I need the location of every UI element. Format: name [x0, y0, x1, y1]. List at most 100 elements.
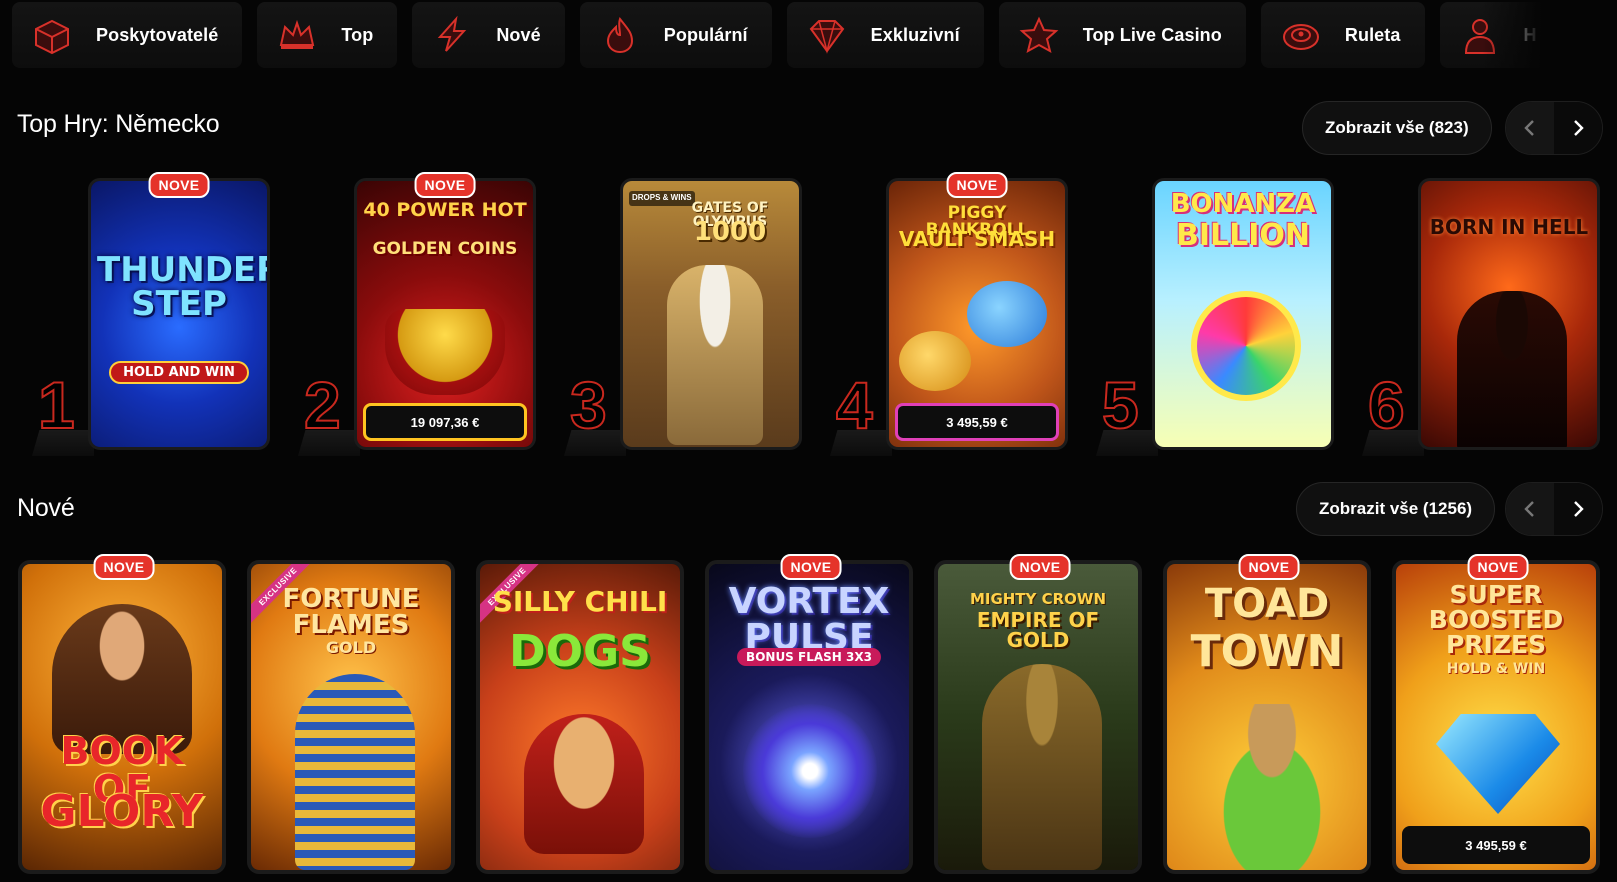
game-subtitle: Hold and Win	[109, 361, 249, 384]
chevron-left-icon	[1524, 120, 1534, 136]
top-game-slot: 1 NOVE Thunder Step Hold and Win	[30, 172, 270, 456]
game-card[interactable]: Super Boosted Prizes Hold & Win 3 495,59…	[1392, 560, 1600, 874]
game-subtitle: Town	[1190, 626, 1344, 677]
carousel-next-button[interactable]	[1554, 102, 1602, 154]
game-card[interactable]: Mighty Crown Empire of Gold	[934, 560, 1142, 874]
category-providers[interactable]: Poskytovatelé	[12, 2, 243, 68]
pharaoh-figure-art	[295, 674, 415, 870]
new-badge: NOVE	[946, 172, 1008, 198]
game-title: Silly Chili	[492, 585, 668, 618]
game-subtitle: Vault Smash	[898, 227, 1056, 251]
section-title-top: Top Hry: Německo	[17, 110, 220, 138]
game-subtitle: Bonus Flash 3x3	[737, 648, 881, 666]
new-badge: NOVE	[780, 554, 842, 580]
top-game-slot: 4 NOVE Piggy Bankroll Vault Smash 3 495,…	[828, 172, 1068, 456]
game-title: 40 Power Hot	[363, 199, 527, 221]
top-game-slot: 5 Bonanza Billion	[1094, 178, 1334, 456]
game-title: Super Boosted Prizes	[1428, 580, 1564, 659]
game-title: Vortex Pulse	[728, 581, 890, 658]
jackpot-amount: 3 495,59 €	[895, 403, 1059, 441]
rank-number: 5	[1101, 368, 1140, 442]
popular-fire-icon	[606, 16, 633, 54]
game-card[interactable]: 40 Power Hot Golden Coins 19 097,36 €	[354, 178, 536, 450]
game-subtitle: Hold & Win	[1446, 661, 1546, 677]
game-card[interactable]: Thunder Step Hold and Win	[88, 178, 270, 450]
carousel-next-button[interactable]	[1554, 483, 1602, 535]
rank-number: 1	[37, 368, 76, 442]
new-badge: NOVE	[1238, 554, 1300, 580]
gold-pot-art	[385, 309, 505, 395]
view-all-new-button[interactable]: Zobrazit vše (1256)	[1296, 482, 1496, 536]
top-game-slot: 3 DROPS & WINS Gates of Olympus 1000	[562, 178, 802, 456]
category-nav: Poskytovatelé Top Nové Populární Exkluzi…	[12, 2, 1542, 70]
chevron-right-icon	[1574, 501, 1584, 517]
jackpot-amount: 3 495,59 €	[1402, 826, 1590, 864]
category-top[interactable]: Top	[257, 2, 398, 68]
game-card[interactable]: Toad Town	[1163, 560, 1371, 874]
zeus-figure-art	[667, 265, 763, 445]
top-game-slot: 6 Born in Hell	[1360, 178, 1600, 456]
category-label: Populární	[663, 24, 748, 45]
rank-number: 2	[303, 368, 342, 442]
chihuahua-art	[524, 714, 644, 854]
live-casino-star-icon	[1019, 16, 1059, 53]
view-all-top-button[interactable]: Zobrazit vše (823)	[1302, 101, 1492, 155]
category-label: Nové	[496, 24, 541, 45]
jackpot-amount: 19 097,36 €	[363, 403, 527, 441]
category-label: Exkluzivní	[870, 24, 960, 45]
exclusive-gem-icon	[809, 20, 844, 54]
game-subtitle: 1000	[693, 217, 767, 247]
roulette-wheel-icon	[1282, 24, 1319, 50]
game-subtitle: Glory	[40, 786, 204, 837]
new-badge: NOVE	[148, 172, 210, 198]
category-exclusive[interactable]: Exkluzivní	[786, 2, 984, 68]
category-roulette[interactable]: Ruleta	[1260, 2, 1425, 68]
new-badge: NOVE	[1009, 554, 1071, 580]
cowboy-toad-art	[1197, 704, 1347, 870]
game-card[interactable]: Piggy Bankroll Vault Smash 3 495,59 €	[886, 178, 1068, 450]
game-card[interactable]: DROPS & WINS Gates of Olympus 1000	[620, 178, 802, 450]
top-carousel-arrows	[1505, 101, 1603, 155]
game-card[interactable]: Book of Glory	[18, 560, 226, 874]
new-badge: NOVE	[414, 172, 476, 198]
top-crown-icon	[280, 19, 315, 49]
category-more[interactable]: H	[1439, 2, 1542, 68]
dealer-person-icon	[1464, 19, 1495, 54]
gold-pig-art	[899, 331, 971, 391]
game-card[interactable]: Vortex Pulse Bonus Flash 3x3	[705, 560, 913, 874]
game-title: Mighty Crown	[969, 590, 1107, 608]
category-label: Top	[341, 24, 374, 45]
energy-orb-art	[743, 704, 877, 838]
category-label: Poskytovatelé	[96, 24, 219, 45]
category-label: H	[1523, 24, 1537, 45]
new-lightning-icon	[438, 15, 467, 52]
blue-pig-art	[967, 281, 1047, 347]
game-title: Bonanza	[1170, 189, 1316, 219]
game-title: Thunder Step	[97, 250, 270, 324]
chevron-right-icon	[1574, 120, 1584, 136]
rank-number: 4	[835, 368, 874, 442]
game-subtitle: Empire of Gold	[976, 608, 1100, 652]
section-title-new: Nové	[17, 494, 75, 522]
warrior-figure-art	[982, 664, 1102, 870]
category-popular[interactable]: Populární	[579, 2, 772, 68]
demon-figure-art	[1457, 291, 1567, 447]
game-card[interactable]: Born in Hell	[1418, 178, 1600, 450]
carousel-prev-button[interactable]	[1506, 102, 1554, 154]
game-subtitle: Gold	[325, 638, 377, 657]
game-card[interactable]: Bonanza Billion	[1152, 178, 1334, 450]
game-subtitle: Golden Coins	[372, 239, 518, 259]
game-title: Toad	[1204, 581, 1330, 627]
carousel-prev-button[interactable]	[1506, 483, 1554, 535]
rank-number: 3	[569, 368, 608, 442]
category-label: Top Live Casino	[1082, 24, 1222, 45]
game-card[interactable]: EXCLUSIVE Silly Chili Dogs	[476, 560, 684, 874]
candy-flower-art	[1191, 291, 1301, 401]
category-label: Ruleta	[1344, 24, 1401, 45]
category-new[interactable]: Nové	[412, 2, 565, 68]
game-subtitle: Dogs	[509, 626, 651, 677]
new-carousel-arrows	[1505, 482, 1603, 536]
category-top-live-casino[interactable]: Top Live Casino	[998, 2, 1246, 68]
game-card[interactable]: EXCLUSIVE Fortune Flames Gold	[247, 560, 455, 874]
chevron-left-icon	[1524, 501, 1534, 517]
